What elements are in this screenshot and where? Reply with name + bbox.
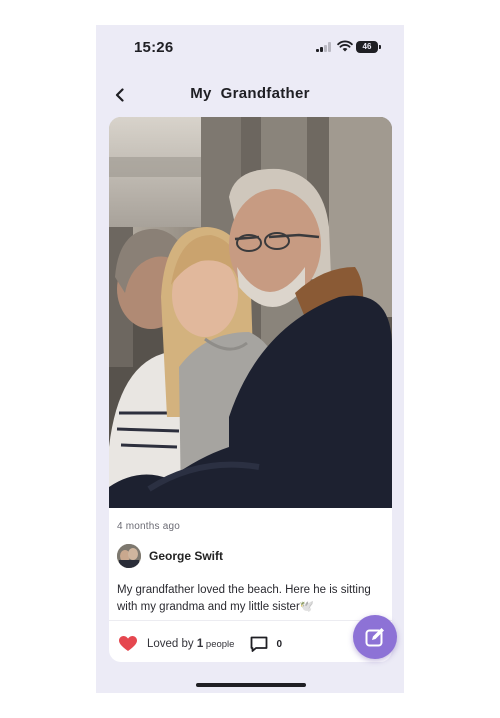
edit-fab-button[interactable]	[353, 615, 397, 659]
home-indicator	[196, 683, 306, 687]
loved-by-text[interactable]: Loved by 1 people	[147, 638, 234, 650]
nav-bar: My Grandfather	[96, 77, 404, 113]
post-text: My grandfather loved the beach. Here he …	[117, 584, 371, 613]
battery-icon: 46	[356, 41, 381, 53]
page-title: My Grandfather	[190, 85, 310, 102]
love-button[interactable]	[119, 635, 137, 653]
post-photo[interactable]	[109, 117, 392, 508]
edit-icon	[365, 628, 384, 647]
author-row[interactable]: George Swift	[117, 543, 223, 569]
comment-button[interactable]	[250, 635, 268, 653]
post-timestamp: 4 months ago	[117, 521, 180, 532]
author-name[interactable]: George Swift	[149, 549, 223, 563]
phone-screen: 15:26 46 My Grandfather 4 months ago Geo…	[96, 25, 404, 693]
comment-count: 0	[276, 638, 283, 650]
post-card: 4 months ago George Swift My grandfather…	[109, 117, 392, 662]
heart-icon	[119, 636, 137, 651]
author-avatar[interactable]	[117, 544, 141, 568]
loved-by-prefix: Loved by	[147, 638, 197, 650]
divider	[109, 620, 392, 621]
loved-by-suffix: people	[203, 639, 235, 650]
status-time: 15:26	[134, 39, 174, 56]
wifi-icon	[337, 40, 353, 52]
status-bar: 15:26 46	[96, 25, 404, 70]
actions-row: Loved by 1 people 0	[119, 632, 282, 656]
comment-icon	[251, 636, 268, 652]
cellular-signal-icon	[316, 42, 334, 52]
battery-level: 46	[362, 42, 372, 51]
